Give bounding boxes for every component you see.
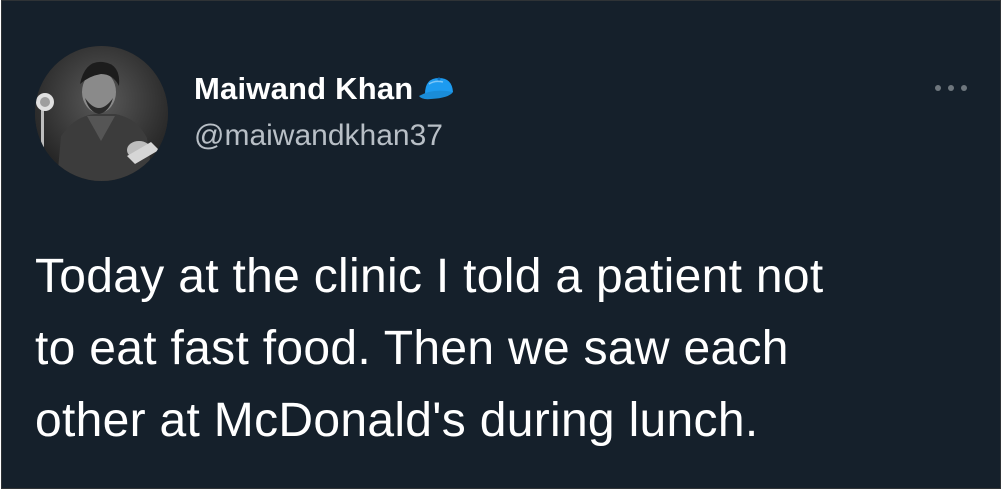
user-handle[interactable]: @maiwandkhan37 <box>194 119 443 153</box>
author-name-row: Maiwand Khan <box>194 69 459 109</box>
profile-photo <box>35 46 168 181</box>
tweet-text-line: other at McDonald's during lunch. <box>35 394 759 447</box>
tweet-text-line: to eat fast food. Then we saw each <box>35 322 789 375</box>
more-options-button[interactable] <box>928 73 974 103</box>
blue-cap-icon <box>417 74 459 104</box>
avatar[interactable] <box>35 46 168 181</box>
tweet-text: Today at the clinic I told a patient not… <box>35 241 985 457</box>
tweet-text-line: Today at the clinic I told a patient not <box>35 250 824 303</box>
ellipsis-icon <box>935 85 967 91</box>
tweet-card: Maiwand Khan @maiwandkhan37 Today at the… <box>1 0 1001 489</box>
display-name[interactable]: Maiwand Khan <box>194 71 413 107</box>
